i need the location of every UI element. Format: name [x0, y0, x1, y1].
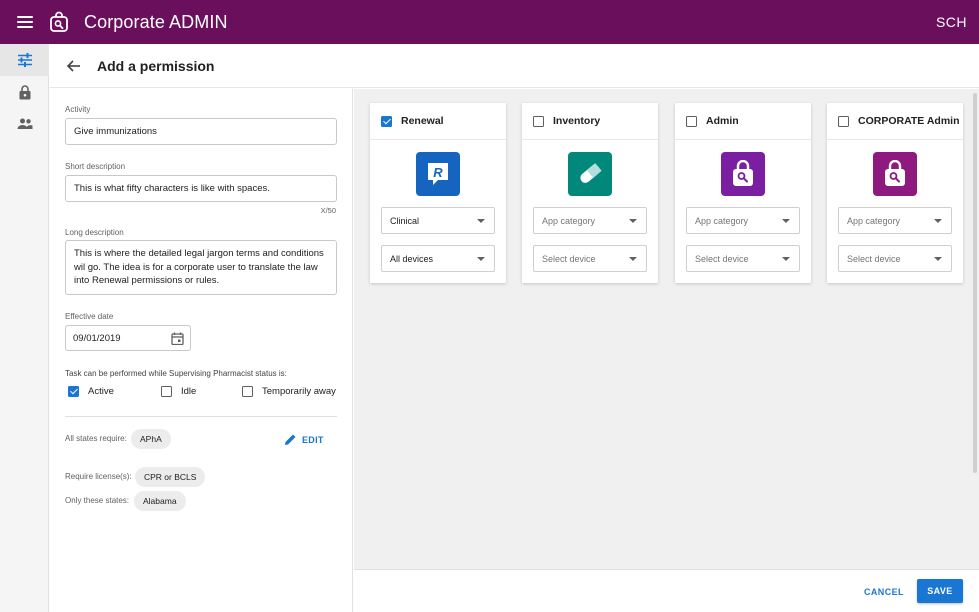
- effective-date-value: 09/01/2019: [73, 332, 121, 344]
- dropdown-arrow-icon: [629, 257, 637, 261]
- status-option-idle[interactable]: Idle: [161, 386, 196, 397]
- app-category-select[interactable]: App category: [686, 207, 800, 234]
- active-checkbox[interactable]: [68, 386, 79, 397]
- app-title: Corporate ADMIN: [84, 11, 228, 32]
- app-category-select[interactable]: App category: [533, 207, 647, 234]
- rail-item-security[interactable]: [0, 76, 49, 108]
- edit-button[interactable]: EDIT: [284, 433, 324, 446]
- nav-rail: [0, 44, 49, 612]
- app-name: CORPORATE Admin: [858, 115, 960, 127]
- svg-text:R: R: [433, 165, 443, 180]
- corporate-lock-icon: [873, 152, 917, 196]
- app-bar: Corporate ADMIN SCH: [0, 0, 979, 44]
- app-category-value: Clinical: [390, 215, 420, 226]
- idle-checkbox[interactable]: [161, 386, 172, 397]
- cancel-button[interactable]: CANCEL: [864, 587, 904, 597]
- activity-input[interactable]: Give immunizations: [65, 118, 337, 145]
- permission-form: Activity Give immunizations Short descri…: [50, 89, 353, 612]
- renewal-r-icon: R: [416, 152, 460, 196]
- app-name: Renewal: [401, 115, 444, 127]
- active-label: Active: [88, 386, 114, 397]
- app-category-value: App category: [695, 215, 749, 226]
- dropdown-arrow-icon: [782, 219, 790, 223]
- people-icon: [17, 118, 32, 129]
- dropdown-arrow-icon: [934, 219, 942, 223]
- device-select[interactable]: Select device: [533, 245, 647, 272]
- app-name: Admin: [706, 115, 739, 127]
- app-card-renewal: Renewal R Clinical All devices: [370, 103, 506, 283]
- rail-item-permissions[interactable]: [0, 44, 49, 76]
- status-question: Task can be performed while Supervising …: [65, 369, 287, 378]
- licenses-label: Require license(s):: [65, 472, 132, 481]
- long-description-textarea[interactable]: This is where the detailed legal jargon …: [65, 240, 337, 295]
- app-category-value: App category: [847, 215, 901, 226]
- pencil-icon: [285, 434, 296, 445]
- effective-date-input[interactable]: 09/01/2019: [65, 325, 191, 351]
- scrollbar[interactable]: [973, 93, 977, 473]
- dropdown-arrow-icon: [629, 219, 637, 223]
- states-label: Only these states:: [65, 496, 130, 505]
- device-value: Select device: [695, 253, 749, 264]
- lock-icon: [19, 84, 30, 99]
- app-checkbox[interactable]: [686, 115, 697, 127]
- dropdown-arrow-icon: [782, 257, 790, 261]
- app-checkbox[interactable]: [533, 115, 544, 127]
- app-card-header[interactable]: Inventory: [522, 103, 658, 140]
- app-card-inventory: Inventory App category Select device: [522, 103, 658, 283]
- form-footer: CANCEL SAVE: [354, 569, 979, 612]
- edit-label: EDIT: [302, 434, 324, 445]
- dropdown-arrow-icon: [477, 219, 485, 223]
- all-states-label: All states require:: [65, 434, 127, 443]
- page-header: Add a permission: [50, 44, 979, 88]
- short-description-label: Short description: [65, 162, 126, 171]
- apha-chip: APhA: [131, 429, 171, 449]
- page-title: Add a permission: [97, 57, 215, 74]
- app-category-select[interactable]: App category: [838, 207, 952, 234]
- device-value: All devices: [390, 253, 434, 264]
- effective-date-label: Effective date: [65, 312, 114, 321]
- pill-icon: [568, 152, 612, 196]
- tune-icon: [17, 53, 32, 67]
- save-button[interactable]: SAVE: [917, 579, 963, 603]
- app-permissions-area: Renewal R Clinical All devices Inventory: [354, 89, 979, 569]
- app-card-header[interactable]: CORPORATE Admin: [827, 103, 963, 140]
- device-value: Select device: [847, 253, 901, 264]
- rail-item-users[interactable]: [0, 108, 49, 140]
- section-divider: [65, 416, 337, 417]
- character-counter: X/50: [320, 206, 336, 215]
- back-arrow-icon[interactable]: [66, 58, 82, 74]
- app-checkbox[interactable]: [381, 115, 392, 127]
- state-chip: Alabama: [134, 491, 186, 511]
- dropdown-arrow-icon: [934, 257, 942, 261]
- status-option-temporarily-away[interactable]: Temporarily away: [242, 386, 336, 397]
- user-initials[interactable]: SCH: [936, 14, 967, 30]
- app-card-corporate-admin: CORPORATE Admin App category Select devi…: [827, 103, 963, 283]
- app-card-header[interactable]: Admin: [675, 103, 811, 140]
- admin-lock-icon: [721, 152, 765, 196]
- status-option-active[interactable]: Active: [68, 386, 114, 397]
- device-select[interactable]: All devices: [381, 245, 495, 272]
- temporarily-away-label: Temporarily away: [262, 386, 336, 397]
- app-logo-icon: [50, 11, 68, 32]
- calendar-icon[interactable]: [171, 332, 184, 345]
- app-card-header[interactable]: Renewal: [370, 103, 506, 140]
- menu-icon[interactable]: [17, 16, 33, 28]
- idle-label: Idle: [181, 386, 197, 397]
- app-category-value: App category: [542, 215, 596, 226]
- short-description-input[interactable]: This is what fifty characters is like wi…: [65, 175, 337, 202]
- app-category-select[interactable]: Clinical: [381, 207, 495, 234]
- temporarily-away-checkbox[interactable]: [242, 386, 253, 397]
- app-name: Inventory: [553, 115, 601, 127]
- long-description-label: Long description: [65, 228, 124, 237]
- license-chip: CPR or BCLS: [135, 467, 206, 487]
- device-select[interactable]: Select device: [686, 245, 800, 272]
- device-select[interactable]: Select device: [838, 245, 952, 272]
- activity-label: Activity: [65, 105, 91, 114]
- dropdown-arrow-icon: [477, 257, 485, 261]
- app-card-admin: Admin App category Select device: [675, 103, 811, 283]
- device-value: Select device: [542, 253, 596, 264]
- app-checkbox[interactable]: [838, 115, 849, 127]
